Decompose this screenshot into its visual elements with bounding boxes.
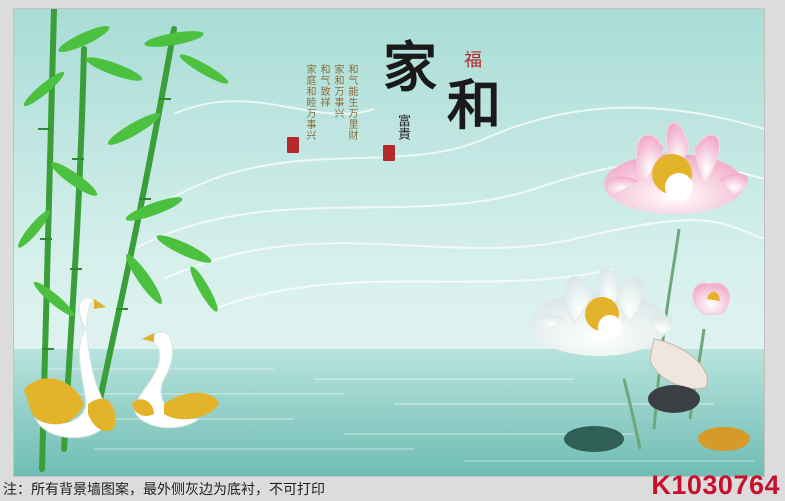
product-code: K1030764: [651, 470, 780, 500]
red-seal-right: [383, 145, 395, 161]
poem-line-3: 和气致祥: [318, 64, 329, 108]
stone-dark: [648, 385, 700, 413]
calligraphy-char-jia: 家: [383, 35, 441, 99]
footer-note: 注：所有背景墙图案，最外侧灰边为底衬，不可打印: [3, 482, 325, 498]
stone-green: [564, 426, 624, 452]
calligraphy-char-he: 和: [447, 73, 505, 137]
page-background: 家和 福 富貴 和气能生万里财 家和万事兴 和气致祥 家庭和睦万事兴 注：所有背…: [0, 0, 785, 501]
artwork-image: 家和 福 富貴 和气能生万里财 家和万事兴 和气致祥 家庭和睦万事兴: [14, 9, 764, 476]
lotus-bud: [692, 282, 730, 315]
water-surface: [14, 349, 764, 476]
poem-line-1: 和气能生万里财: [346, 64, 357, 141]
red-seal-left: [287, 137, 299, 153]
fu-character: 福: [464, 50, 482, 71]
stone-gold: [698, 427, 750, 451]
fugui-text: 富貴: [395, 114, 410, 140]
poem-line-2: 家和万事兴: [332, 64, 343, 119]
poem-line-4: 家庭和睦万事兴: [304, 64, 315, 141]
